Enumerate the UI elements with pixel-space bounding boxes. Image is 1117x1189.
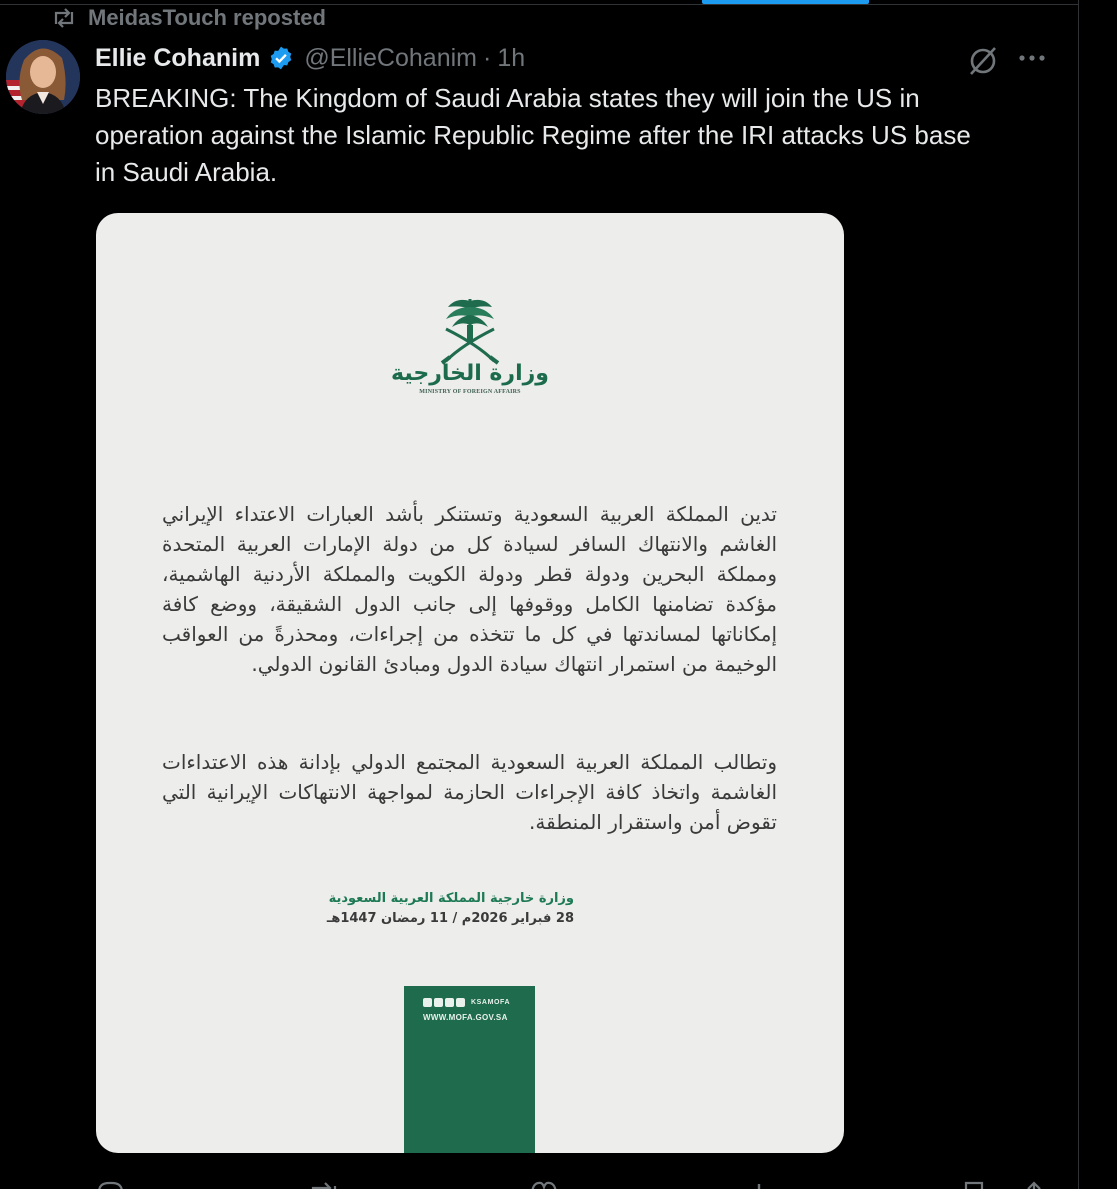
like-icon xyxy=(531,1181,557,1189)
author-name[interactable]: Ellie Cohanim xyxy=(95,44,260,73)
grok-icon[interactable] xyxy=(966,44,1000,78)
active-tab-indicator xyxy=(702,0,869,4)
facebook-icon xyxy=(434,998,443,1007)
verified-badge-icon[interactable] xyxy=(268,45,294,71)
like-button[interactable] xyxy=(529,1180,573,1189)
avatar[interactable] xyxy=(6,40,80,114)
youtube-icon xyxy=(423,998,432,1007)
statement-paragraph-2: وتطالب المملكة العربية السعودية المجتمع … xyxy=(162,750,777,834)
retweet-icon xyxy=(311,1182,337,1189)
share-icon xyxy=(1027,1181,1041,1189)
views-button[interactable] xyxy=(745,1180,789,1189)
retweet-button[interactable] xyxy=(307,1180,355,1189)
reply-button[interactable] xyxy=(95,1180,139,1189)
x-icon xyxy=(456,998,465,1007)
bookmark-icon xyxy=(964,1181,984,1189)
tweet-media-image[interactable]: وزارة الخارجية MINISTRY OF FOREIGN AFFAI… xyxy=(96,213,844,1153)
website-url: WWW.MOFA.GOV.SA xyxy=(423,1013,508,1022)
tweet-actions xyxy=(95,1174,1055,1189)
tweet-text: BREAKING: The Kingdom of Saudi Arabia st… xyxy=(95,83,971,187)
more-icon[interactable] xyxy=(1016,44,1050,72)
bookmark-button[interactable] xyxy=(961,1180,1001,1189)
views-icon xyxy=(757,1184,761,1189)
repost-label: MeidasTouch reposted xyxy=(88,5,326,30)
statement-paragraph-1: تدين المملكة العربية السعودية وتستنكر بأ… xyxy=(162,502,777,676)
reply-icon xyxy=(98,1181,123,1189)
instagram-icon xyxy=(445,998,454,1007)
signature: وزارة خارجية المملكة العربية السعودية xyxy=(328,891,574,906)
ministry-name-english: MINISTRY OF FOREIGN AFFAIRS xyxy=(419,389,521,395)
social-links: KSAMOFA xyxy=(423,998,510,1007)
tweet-header: Ellie Cohanim @EllieCohanim · 1h xyxy=(95,40,525,76)
share-button[interactable] xyxy=(1021,1180,1055,1189)
statement-date: 28 فبراير 2026م / 11 رمضان 1447هـ xyxy=(326,911,574,926)
author-handle[interactable]: @EllieCohanim xyxy=(304,44,477,73)
column-border xyxy=(1078,0,1079,1189)
timestamp[interactable]: 1h xyxy=(497,44,525,73)
social-handle: KSAMOFA xyxy=(471,999,511,1006)
separator: · xyxy=(482,43,492,72)
repost-icon xyxy=(54,8,74,28)
avatar-image xyxy=(6,40,80,114)
ministry-name-arabic: وزارة الخارجية xyxy=(391,361,549,386)
repost-context[interactable]: MeidasTouch reposted xyxy=(52,5,326,31)
mofa-footer-panel: KSAMOFA WWW.MOFA.GOV.SA xyxy=(404,986,535,1153)
